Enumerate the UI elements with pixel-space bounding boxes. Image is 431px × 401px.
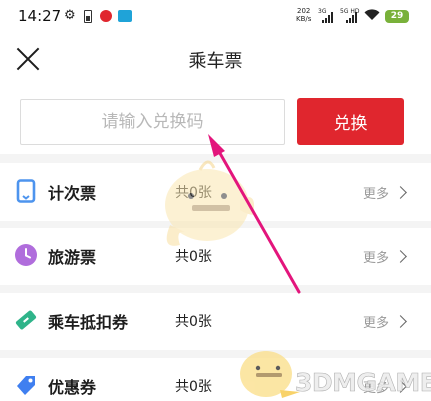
section-divider bbox=[0, 350, 431, 358]
section-divider bbox=[0, 285, 431, 293]
list-item-label: 乘车抵扣券 bbox=[48, 313, 129, 332]
chevron-right-icon[interactable] bbox=[394, 186, 407, 199]
signal-bars-icon bbox=[322, 12, 335, 23]
site-watermark: 3DMGAME bbox=[295, 368, 431, 398]
signal-bars-icon-2 bbox=[346, 12, 359, 23]
list-item-count: 共0张 bbox=[175, 249, 212, 265]
settings-gear-icon: ⚙ bbox=[64, 8, 76, 23]
list-item-label: 旅游票 bbox=[48, 248, 97, 267]
app-notification-icon bbox=[100, 10, 112, 22]
list-item-fare-voucher[interactable]: 乘车抵扣券 共0张 更多 bbox=[0, 294, 431, 350]
list-item-label: 优惠券 bbox=[48, 378, 97, 397]
more-link[interactable]: 更多 bbox=[363, 312, 389, 331]
list-item-count: 共0张 bbox=[175, 314, 212, 330]
wifi-icon bbox=[364, 9, 380, 25]
network-speed: 202 KB/s bbox=[296, 7, 312, 23]
coupon-tag-icon bbox=[14, 373, 38, 397]
status-bar: 14:27 ⚙ 202 KB/s 3G 5G HD 29 bbox=[0, 0, 431, 34]
battery-level: 29 bbox=[385, 10, 409, 23]
battery-saver-icon bbox=[84, 10, 92, 23]
chevron-right-icon[interactable] bbox=[394, 250, 407, 263]
status-time: 14:27 bbox=[18, 7, 62, 25]
redeem-code-input[interactable] bbox=[20, 99, 285, 145]
list-item-label: 计次票 bbox=[48, 184, 97, 203]
more-link[interactable]: 更多 bbox=[363, 183, 389, 202]
more-link[interactable]: 更多 bbox=[363, 247, 389, 266]
list-item-count: 共0张 bbox=[175, 379, 212, 395]
fare-voucher-icon bbox=[14, 308, 38, 332]
ticket-count-icon bbox=[14, 179, 38, 203]
tour-ticket-icon bbox=[14, 243, 38, 267]
redeem-button[interactable]: 兑换 bbox=[297, 98, 404, 145]
chevron-right-icon[interactable] bbox=[394, 315, 407, 328]
section-divider bbox=[0, 154, 431, 163]
page-title: 乘车票 bbox=[188, 51, 243, 72]
app-notification-icon-2 bbox=[118, 10, 132, 22]
list-item-count: 共0张 bbox=[175, 185, 212, 201]
list-item-count-ticket[interactable]: 计次票 共0张 更多 bbox=[0, 165, 431, 221]
list-item-tour-ticket[interactable]: 旅游票 共0张 更多 bbox=[0, 229, 431, 285]
section-divider bbox=[0, 221, 431, 228]
